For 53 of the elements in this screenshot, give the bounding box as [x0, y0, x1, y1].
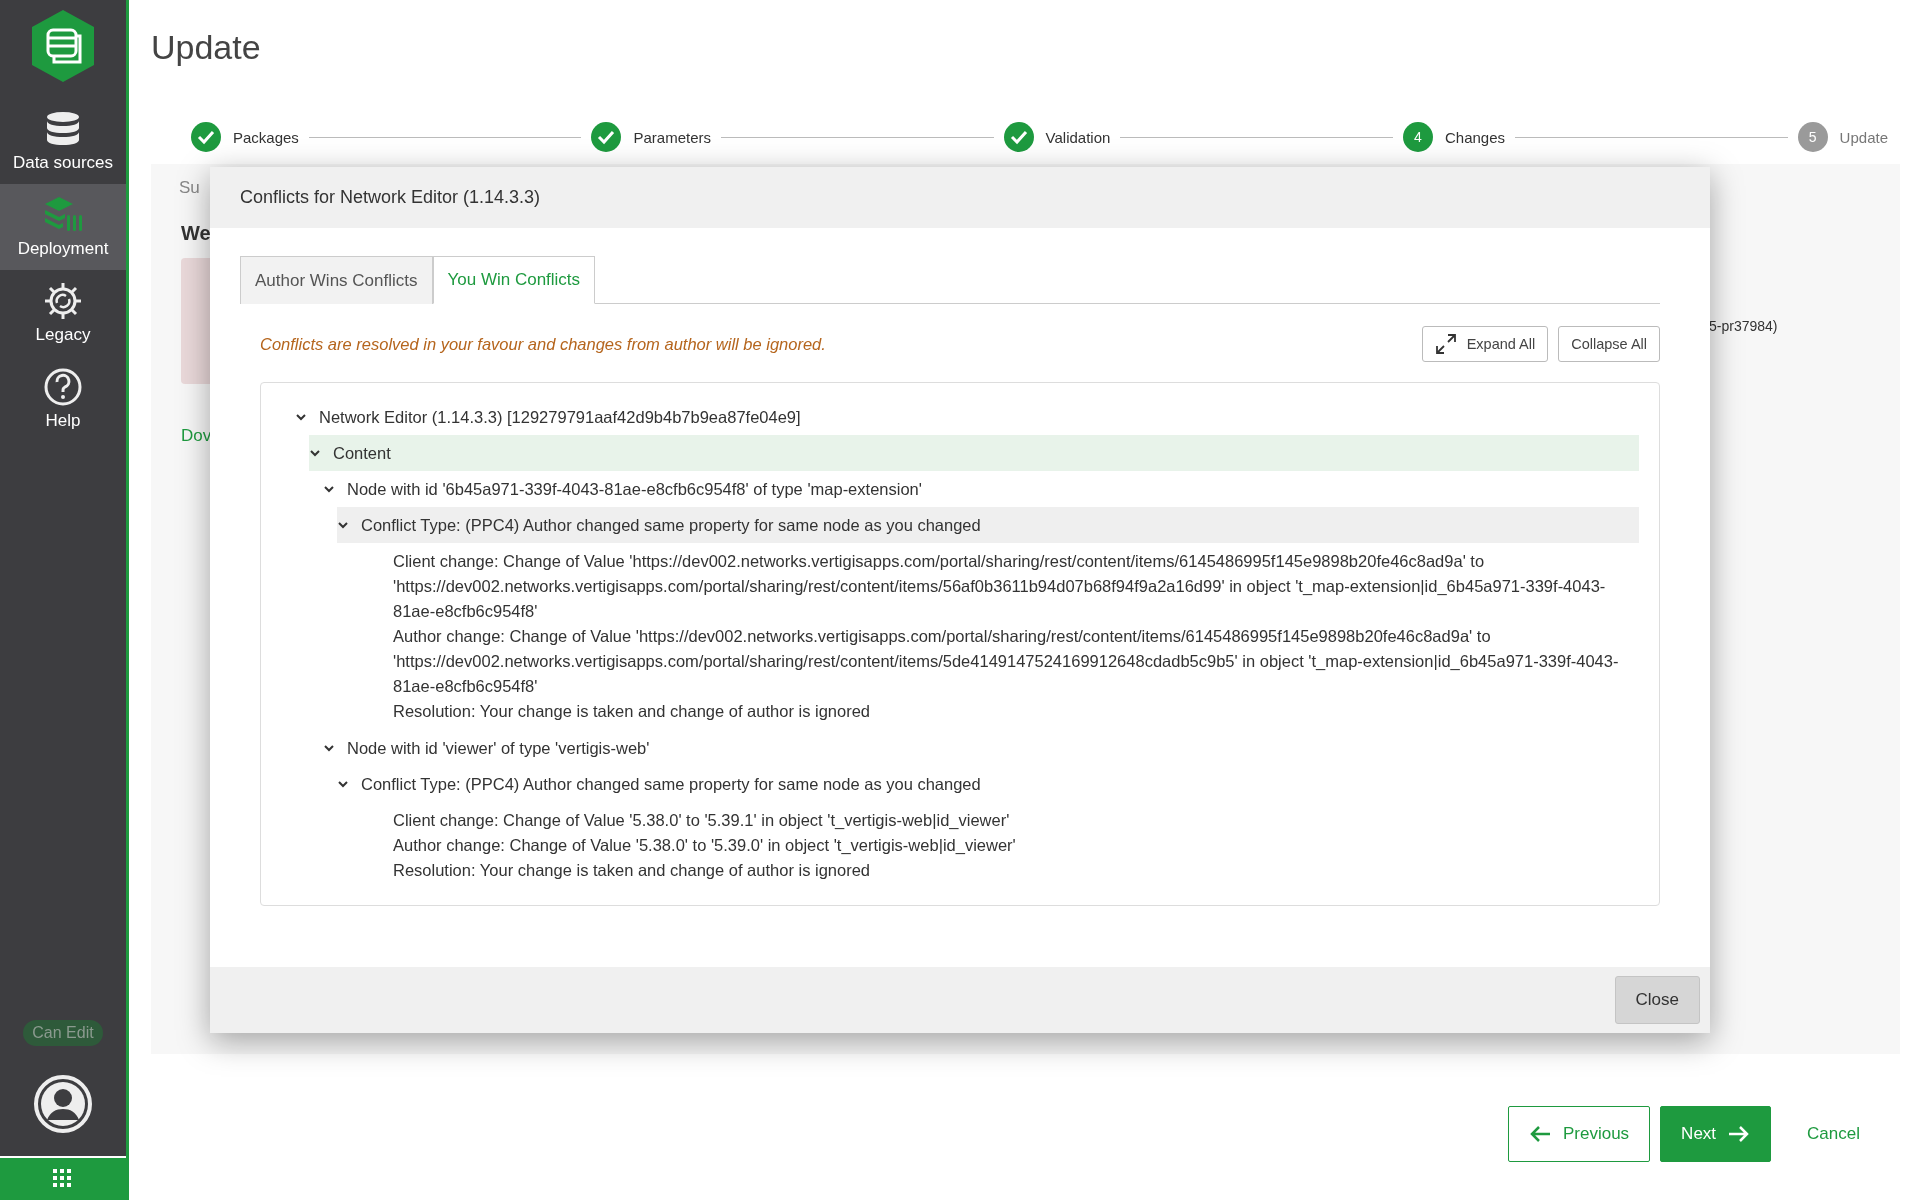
tab[interactable]: Author Wins Conflicts — [240, 256, 433, 304]
expand-all-button[interactable]: Expand All — [1421, 326, 1549, 362]
check-icon — [1003, 122, 1034, 152]
tab[interactable]: You Win Conflicts — [432, 256, 596, 304]
apps-button[interactable] — [0, 1156, 126, 1200]
help-icon — [43, 367, 83, 407]
tree-row[interactable]: Content — [309, 435, 1639, 471]
tree-row[interactable]: Network Editor (1.14.3.3) [129279791aaf42d9b4b7b9ea87fe04e9] — [295, 399, 1639, 435]
sidebar-item[interactable]: Deployment — [0, 184, 126, 270]
arrow-right-icon — [1728, 1125, 1751, 1143]
permission-badge: Can Edit — [23, 1020, 103, 1046]
info-message: Conflicts are resolved in your favour and changes from author will be ignored. — [260, 334, 827, 354]
version-text: 5-pr37984) — [1709, 318, 1778, 334]
summary-text: Su — [179, 178, 200, 198]
avatar-icon[interactable] — [33, 1074, 93, 1134]
sidebar-item[interactable]: Legacy — [0, 270, 126, 356]
dialog-title: Conflicts for Network Editor (1.14.3.3) — [240, 187, 541, 208]
gear-icon — [43, 281, 83, 321]
wizard-step: Parameters — [591, 122, 711, 152]
conflict-detail: Resolution: Your change is taken and change of author is ignored — [393, 701, 871, 722]
conflict-detail: Resolution: Your change is taken and change of author is ignored — [393, 860, 871, 881]
section-heading: We — [181, 222, 211, 245]
close-button[interactable]: Close — [1614, 976, 1700, 1024]
chevron-icon — [309, 447, 321, 459]
wizard-step: Packages — [191, 122, 299, 152]
next-button[interactable]: Next — [1660, 1106, 1772, 1162]
sidebar-item[interactable]: Data sources — [0, 98, 126, 184]
tree-row[interactable]: Node with id '6b45a971-339f-4043-81ae-e8cfb6c954f8' of type 'map-extension' — [323, 471, 1639, 507]
conflict-detail: Author change: Change of Value '5.38.0' to '5.39.0' in object 't_vertigis-web|id_viewer' — [393, 835, 1017, 856]
arrow-left-icon — [1528, 1125, 1551, 1143]
conflict-detail: Client change: Change of Value 'https://dev002.networks.vertigisapps.com/portal/sharing/rest/content/items/6145486995f145e9898b20fe46c8ad9a' to 'https://dev002.networks.vertigisapps.com/portal/sharing/rest/content/items/56af0b3611b94d07b68f94f9a2a16d99' in object 't_map-extension|id_6b45a971-339f-4043-81ae-e8cfb6c954f8' — [393, 551, 1607, 622]
wizard-step: 4 Changes — [1402, 122, 1505, 152]
chevron-icon — [323, 483, 335, 495]
previous-button[interactable]: Previous — [1507, 1106, 1651, 1162]
chevron-icon — [337, 778, 349, 790]
tree-row[interactable]: Conflict Type: (PPC4) Author changed same property for same node as you changed — [337, 766, 1639, 802]
sidebar-item[interactable]: Help — [0, 356, 126, 442]
tree-row[interactable]: Node with id 'viewer' of type 'vertigis-web' — [323, 730, 1639, 766]
grid-icon — [53, 1169, 73, 1189]
chevron-icon — [337, 519, 349, 531]
check-icon — [591, 122, 622, 152]
chevron-icon — [295, 411, 307, 423]
check-icon — [191, 122, 221, 152]
conflict-detail: Author change: Change of Value 'https://dev002.networks.vertigisapps.com/portal/sharing/rest/content/items/6145486995f145e9898b20fe46c8ad9a' to 'https://dev002.networks.vertigisapps.com/portal/sharing/rest/content/items/5de4149147524169912648cdadb5c9b5' in object 't_map-extension|id_6b45a971-339f-4043-81ae-e8cfb6c954f8' — [393, 626, 1620, 697]
collapse-all-button[interactable]: Collapse All — [1558, 326, 1660, 362]
wizard-step: 5 Update — [1797, 122, 1888, 152]
conflict-detail: Client change: Change of Value '5.38.0' to '5.39.1' in object 't_vertigis-web|id_viewer' — [393, 810, 1011, 831]
wizard-step: Validation — [1003, 122, 1111, 152]
tree-row[interactable]: Conflict Type: (PPC4) Author changed same property for same node as you changed — [337, 507, 1639, 543]
chevron-icon — [323, 742, 335, 754]
cancel-link[interactable]: Cancel — [1797, 1106, 1870, 1162]
page-title: Update — [151, 28, 262, 68]
expand-icon — [1434, 333, 1457, 355]
